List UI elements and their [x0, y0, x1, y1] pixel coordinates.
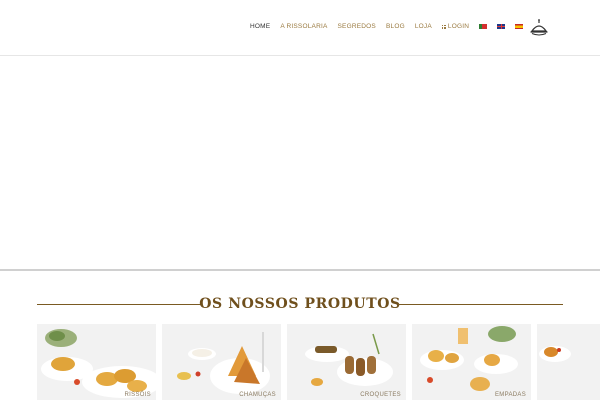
- nav-a-rissolaria[interactable]: A RISSOLARIA: [280, 23, 327, 30]
- site-header: HOME A RISSOLARIA SEGREDOS BLOG LOJA LOG…: [0, 0, 600, 56]
- product-card-partial[interactable]: [537, 324, 600, 400]
- empadas-image: [412, 324, 531, 400]
- product-label: RISSÓIS: [124, 392, 151, 398]
- product-label: CROQUETES: [360, 392, 401, 398]
- nav-login-label: LOGIN: [447, 23, 470, 30]
- product-card-empadas[interactable]: EMPADAS: [412, 324, 531, 400]
- en-flag-icon[interactable]: [497, 24, 506, 29]
- product-image-partial: [537, 324, 600, 400]
- nav-blog[interactable]: BLOG: [386, 23, 405, 30]
- products-heading: OS NOSSOS PRODUTOS: [37, 294, 563, 314]
- pt-flag-icon[interactable]: [479, 24, 488, 29]
- main-nav: HOME A RISSOLARIA SEGREDOS BLOG LOJA LOG…: [250, 23, 533, 30]
- chamucas-image: [162, 324, 281, 400]
- rissois-image: [37, 324, 156, 400]
- product-card-croquetes[interactable]: CROQUETES: [287, 324, 406, 400]
- grid-icon: [441, 24, 446, 29]
- es-flag-icon[interactable]: [515, 24, 524, 29]
- hero-banner: [0, 57, 600, 271]
- products-carousel: RISSÓIS CHAMUÇAS CROQUETES EMPADAS: [37, 324, 600, 400]
- product-label: CHAMUÇAS: [239, 392, 276, 398]
- logo-icon[interactable]: [529, 18, 549, 38]
- nav-home[interactable]: HOME: [250, 23, 270, 30]
- product-label: EMPADAS: [495, 392, 526, 398]
- heading-divider-right: [398, 304, 563, 305]
- croquetes-image: [287, 324, 406, 400]
- nav-segredos[interactable]: SEGREDOS: [338, 23, 376, 30]
- product-card-chamucas[interactable]: CHAMUÇAS: [162, 324, 281, 400]
- nav-login[interactable]: LOGIN: [441, 23, 470, 30]
- product-card-rissois[interactable]: RISSÓIS: [37, 324, 156, 400]
- nav-loja[interactable]: LOJA: [415, 23, 432, 30]
